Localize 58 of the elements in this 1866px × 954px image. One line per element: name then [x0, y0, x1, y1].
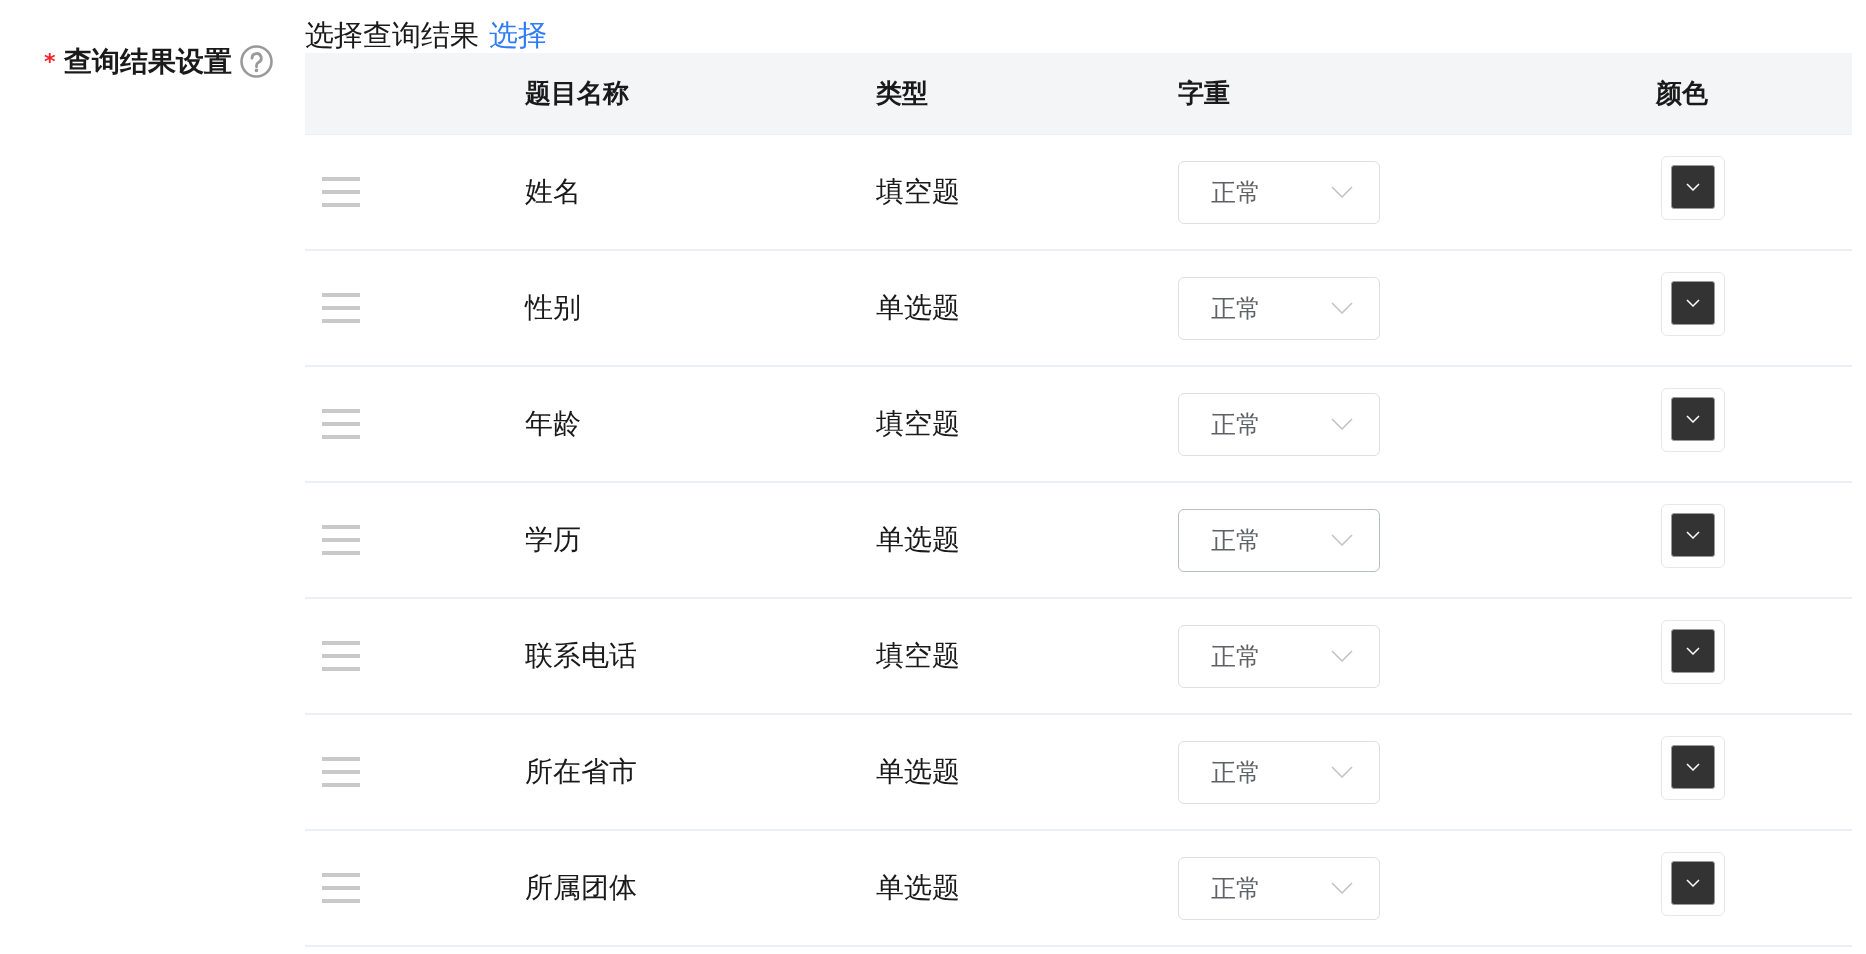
chevron-down-icon: [1685, 531, 1700, 539]
question-name: 年龄: [525, 406, 581, 442]
font-weight-select[interactable]: 正常: [1178, 508, 1380, 572]
chevron-down-icon: [1331, 766, 1353, 778]
chevron-down-icon: [1685, 647, 1700, 655]
question-type: 填空题: [876, 406, 960, 442]
question-type: 填空题: [876, 638, 960, 674]
question-type: 单选题: [876, 290, 960, 326]
chevron-down-icon: [1685, 183, 1700, 191]
column-header: 颜色: [1656, 77, 1709, 110]
question-type: 单选题: [876, 522, 960, 558]
selector-text: 选择查询结果: [305, 17, 479, 53]
required-mark: *: [44, 48, 56, 76]
chevron-down-icon: [1331, 302, 1353, 314]
drag-handle-icon[interactable]: [322, 757, 360, 787]
question-type: 填空题: [876, 174, 960, 210]
drag-handle-icon[interactable]: [322, 293, 360, 323]
color-picker-button[interactable]: [1661, 735, 1725, 800]
chevron-down-icon: [1685, 763, 1700, 771]
chevron-down-icon: [1685, 415, 1700, 423]
question-name: 学历: [525, 522, 581, 558]
font-weight-select[interactable]: 正常: [1178, 856, 1380, 920]
chevron-down-icon: [1331, 418, 1353, 430]
drag-handle-icon[interactable]: [322, 409, 360, 439]
drag-handle-icon[interactable]: [322, 641, 360, 671]
color-picker-button[interactable]: [1661, 851, 1725, 916]
color-picker-button[interactable]: [1661, 387, 1725, 452]
question-type: 单选题: [876, 870, 960, 906]
color-picker-button[interactable]: [1661, 619, 1725, 684]
column-header: 字重: [1178, 77, 1231, 110]
font-weight-select[interactable]: 正常: [1178, 740, 1380, 804]
chevron-down-icon: [1331, 650, 1353, 662]
chevron-down-icon: [1685, 299, 1700, 307]
question-type: 单选题: [876, 754, 960, 790]
drag-handle-icon[interactable]: [322, 873, 360, 903]
question-name: 性别: [525, 290, 581, 326]
drag-handle-icon[interactable]: [322, 525, 360, 555]
chevron-down-icon: [1331, 186, 1353, 198]
help-icon[interactable]: [239, 45, 273, 78]
color-picker-button[interactable]: [1661, 155, 1725, 220]
color-picker-button[interactable]: [1661, 503, 1725, 568]
font-weight-select[interactable]: 正常: [1178, 160, 1380, 224]
chevron-down-icon: [1331, 534, 1353, 546]
font-weight-select[interactable]: 正常: [1178, 392, 1380, 456]
font-weight-select[interactable]: 正常: [1178, 624, 1380, 688]
select-link[interactable]: 选择: [489, 17, 547, 53]
column-header: 题目名称: [525, 77, 630, 110]
field-label: 查询结果设置: [63, 44, 232, 80]
column-header: 类型: [876, 77, 929, 110]
question-name: 联系电话: [525, 638, 637, 674]
question-name: 所在省市: [525, 754, 637, 790]
question-name: 姓名: [525, 174, 581, 210]
question-name: 所属团体: [525, 870, 637, 906]
chevron-down-icon: [1331, 882, 1353, 894]
color-picker-button[interactable]: [1661, 271, 1725, 336]
font-weight-select[interactable]: 正常: [1178, 276, 1380, 340]
drag-handle-icon[interactable]: [322, 177, 360, 207]
chevron-down-icon: [1685, 879, 1700, 887]
